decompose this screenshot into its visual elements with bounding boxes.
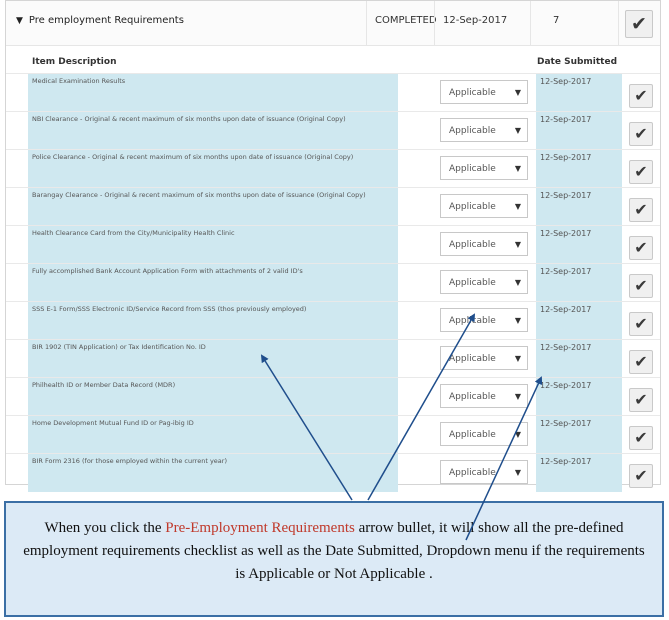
applicability-value: Applicable: [449, 468, 496, 478]
item-description: Fully accomplished Bank Account Applicat…: [28, 264, 398, 302]
table-row: Health Clearance Card from the City/Muni…: [6, 225, 660, 264]
item-description: BIR Form 2316 (for those employed within…: [28, 454, 398, 492]
item-description: SSS E-1 Form/SSS Electronic ID/Service R…: [28, 302, 398, 340]
column-date-submitted: Date Submitted: [537, 57, 618, 67]
row-check-icon[interactable]: ✔: [629, 122, 653, 146]
section-check-icon[interactable]: ✔: [625, 10, 653, 38]
dropdown-arrow-icon: ▼: [514, 430, 521, 439]
date-submitted: 12-Sep-2017: [536, 112, 622, 150]
section-toggle[interactable]: ▼ Pre employment Requirements: [16, 1, 184, 45]
row-check-icon[interactable]: ✔: [629, 426, 653, 450]
expand-triangle-icon[interactable]: ▼: [16, 16, 23, 26]
row-check-icon[interactable]: ✔: [629, 160, 653, 184]
applicability-dropdown[interactable]: Applicable ▼: [440, 308, 528, 332]
requirements-panel: ▼ Pre employment Requirements COMPLETED 1…: [5, 0, 661, 492]
section-date: 12-Sep-2017: [434, 1, 530, 45]
dropdown-arrow-icon: ▼: [514, 202, 521, 211]
caption-highlight: Pre-Employment Requirements: [165, 520, 355, 536]
item-description: BIR 1902 (TIN Application) or Tax Identi…: [28, 340, 398, 378]
item-description: Philhealth ID or Member Data Record (MDR…: [28, 378, 398, 416]
table-row: Philhealth ID or Member Data Record (MDR…: [6, 377, 660, 416]
dropdown-arrow-icon: ▼: [514, 88, 521, 97]
table-row: NBI Clearance - Original & recent maximu…: [6, 111, 660, 150]
applicability-dropdown[interactable]: Applicable ▼: [440, 460, 528, 484]
table-row: Medical Examination Results Applicable ▼ 12…: [6, 73, 660, 112]
applicability-value: Applicable: [449, 126, 496, 136]
date-submitted: 12-Sep-2017: [536, 150, 622, 188]
section-status: COMPLETED: [366, 1, 437, 45]
item-description: NBI Clearance - Original & recent maximu…: [28, 112, 398, 150]
column-item-description: Item Description: [32, 57, 117, 67]
date-submitted: 12-Sep-2017: [536, 74, 622, 112]
table-row: Barangay Clearance - Original & recent m…: [6, 187, 660, 226]
applicability-value: Applicable: [449, 392, 496, 402]
applicability-dropdown[interactable]: Applicable ▼: [440, 270, 528, 294]
dropdown-arrow-icon: ▼: [514, 278, 521, 287]
item-description: Health Clearance Card from the City/Muni…: [28, 226, 398, 264]
applicability-value: Applicable: [449, 316, 496, 326]
dropdown-arrow-icon: ▼: [514, 354, 521, 363]
item-description: Barangay Clearance - Original & recent m…: [28, 188, 398, 226]
row-check-icon[interactable]: ✔: [629, 350, 653, 374]
dropdown-arrow-icon: ▼: [514, 126, 521, 135]
applicability-value: Applicable: [449, 202, 496, 212]
applicability-dropdown[interactable]: Applicable ▼: [440, 156, 528, 180]
table-row: Home Development Mutual Fund ID or Pag-i…: [6, 415, 660, 454]
date-submitted: 12-Sep-2017: [536, 378, 622, 416]
item-description: Home Development Mutual Fund ID or Pag-i…: [28, 416, 398, 454]
applicability-dropdown[interactable]: Applicable ▼: [440, 346, 528, 370]
row-check-icon[interactable]: ✔: [629, 464, 653, 488]
applicability-value: Applicable: [449, 278, 496, 288]
dropdown-arrow-icon: ▼: [514, 164, 521, 173]
applicability-dropdown[interactable]: Applicable ▼: [440, 232, 528, 256]
dropdown-arrow-icon: ▼: [514, 316, 521, 325]
applicability-dropdown[interactable]: Applicable ▼: [440, 384, 528, 408]
date-submitted: 12-Sep-2017: [536, 264, 622, 302]
table-row: Police Clearance - Original & recent max…: [6, 149, 660, 188]
row-check-icon[interactable]: ✔: [629, 236, 653, 260]
table-row: SSS E-1 Form/SSS Electronic ID/Service R…: [6, 301, 660, 340]
dropdown-arrow-icon: ▼: [514, 240, 521, 249]
applicability-value: Applicable: [449, 164, 496, 174]
table-row: BIR Form 2316 (for those employed within…: [6, 453, 660, 492]
row-check-icon[interactable]: ✔: [629, 84, 653, 108]
item-description: Police Clearance - Original & recent max…: [28, 150, 398, 188]
section-count: 7: [530, 1, 618, 45]
applicability-value: Applicable: [449, 240, 496, 250]
row-check-icon[interactable]: ✔: [629, 274, 653, 298]
applicability-dropdown[interactable]: Applicable ▼: [440, 194, 528, 218]
table-row: Fully accomplished Bank Account Applicat…: [6, 263, 660, 302]
date-submitted: 12-Sep-2017: [536, 226, 622, 264]
applicability-dropdown[interactable]: Applicable ▼: [440, 422, 528, 446]
applicability-dropdown[interactable]: Applicable ▼: [440, 118, 528, 142]
table-row: BIR 1902 (TIN Application) or Tax Identi…: [6, 339, 660, 378]
caption-text-1: When you click the: [44, 520, 166, 536]
instruction-caption: When you click the Pre-Employment Requir…: [4, 501, 664, 617]
applicability-value: Applicable: [449, 354, 496, 364]
applicability-value: Applicable: [449, 88, 496, 98]
row-check-icon[interactable]: ✔: [629, 312, 653, 336]
section-title: Pre employment Requirements: [28, 15, 184, 26]
item-description: Medical Examination Results: [28, 74, 398, 112]
applicability-value: Applicable: [449, 430, 496, 440]
section-header[interactable]: ▼ Pre employment Requirements COMPLETED 1…: [6, 1, 660, 46]
row-check-icon[interactable]: ✔: [629, 388, 653, 412]
dropdown-arrow-icon: ▼: [514, 468, 521, 477]
date-submitted: 12-Sep-2017: [536, 454, 622, 492]
applicability-dropdown[interactable]: Applicable ▼: [440, 80, 528, 104]
date-submitted: 12-Sep-2017: [536, 188, 622, 226]
date-submitted: 12-Sep-2017: [536, 302, 622, 340]
date-submitted: 12-Sep-2017: [536, 340, 622, 378]
date-submitted: 12-Sep-2017: [536, 416, 622, 454]
row-check-icon[interactable]: ✔: [629, 198, 653, 222]
dropdown-arrow-icon: ▼: [514, 392, 521, 401]
